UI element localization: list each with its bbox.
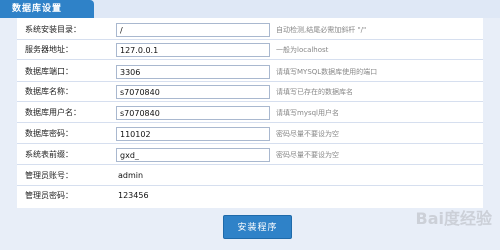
server-address-input[interactable]: [116, 43, 270, 57]
db-username-label: 数据库用户名：: [25, 108, 81, 117]
row-server-address: 服务器地址： 一般为localhost: [17, 40, 483, 60]
db-name-label: 数据库名称：: [25, 87, 73, 96]
db-password-hint: 密码尽量不要设为空: [276, 130, 339, 138]
row-db-port: 数据库端口： 请填写MYSQL数据库使用的端口: [17, 62, 483, 82]
db-port-label: 数据库端口：: [25, 67, 73, 76]
server-address-hint: 一般为localhost: [276, 46, 329, 54]
right-margin: [483, 18, 500, 208]
db-port-input[interactable]: [116, 65, 270, 79]
server-address-label: 服务器地址：: [25, 45, 73, 54]
row-db-password: 数据库密码： 密码尽量不要设为空: [17, 124, 483, 144]
install-dir-hint: 自动检测,结尾必需加斜杆 "/": [276, 26, 367, 34]
db-username-input[interactable]: [116, 106, 270, 120]
db-password-label: 数据库密码：: [25, 129, 73, 138]
section-title: 数据库设置: [0, 0, 94, 18]
db-port-hint: 请填写MYSQL数据库使用的端口: [276, 68, 378, 76]
row-db-name: 数据库名称： 请填写已存在的数据库名: [17, 82, 483, 102]
row-table-prefix: 系统表前缀： 密码尽量不要设为空: [17, 145, 483, 165]
row-admin-password: 管理员密码： 123456: [17, 186, 483, 206]
table-prefix-label: 系统表前缀：: [25, 150, 73, 159]
admin-account-value: admin: [118, 171, 144, 180]
db-name-input[interactable]: [116, 85, 270, 99]
install-dir-input[interactable]: [116, 23, 270, 37]
admin-account-label: 管理员账号：: [25, 171, 73, 180]
install-dir-label: 系统安装目录：: [25, 25, 81, 34]
admin-password-value: 123456: [118, 191, 149, 200]
watermark: Bai度经验: [415, 209, 492, 228]
row-db-username: 数据库用户名： 请填写mysql用户名: [17, 103, 483, 123]
table-prefix-input[interactable]: [116, 148, 270, 162]
db-username-hint: 请填写mysql用户名: [276, 109, 339, 117]
install-button[interactable]: 安装程序: [223, 215, 292, 239]
row-install-dir: 系统安装目录： 自动检测,结尾必需加斜杆 "/": [17, 20, 483, 40]
table-prefix-hint: 密码尽量不要设为空: [276, 151, 339, 159]
db-name-hint: 请填写已存在的数据库名: [276, 88, 353, 96]
install-page: 数据库设置 系统安装目录： 自动检测,结尾必需加斜杆 "/" 服务器地址： 一般…: [0, 0, 500, 250]
db-password-input[interactable]: [116, 127, 270, 141]
admin-password-label: 管理员密码：: [25, 191, 73, 200]
row-admin-account: 管理员账号： admin: [17, 166, 483, 186]
header-bar: 数据库设置: [0, 0, 500, 18]
left-margin: [0, 18, 17, 208]
